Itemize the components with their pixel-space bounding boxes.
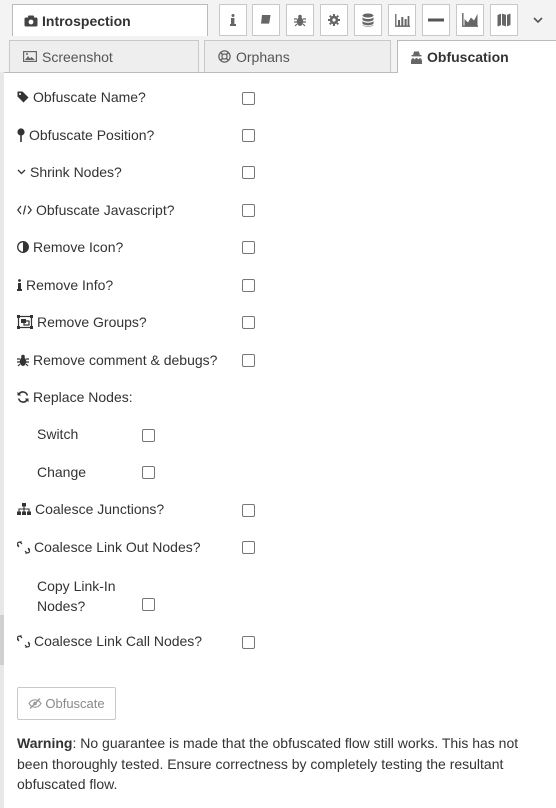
refresh-icon: [17, 391, 29, 403]
copy-link-in-checkbox[interactable]: [142, 598, 155, 611]
replace-nodes-row: Replace Nodes:: [17, 389, 133, 405]
switch-label: Switch: [37, 426, 79, 442]
remove-comments-checkbox[interactable]: [242, 354, 255, 367]
warning-text: Warning: No guarantee is made that the o…: [17, 733, 552, 795]
coalesce-junctions-checkbox[interactable]: [242, 504, 255, 517]
settings-tab-button[interactable]: [320, 4, 348, 36]
copy-link-in-label: Copy Link-In Nodes?: [37, 576, 116, 616]
remove-comments-label: Remove comment & debugs?: [33, 352, 218, 368]
remove-groups-checkbox[interactable]: [242, 316, 255, 329]
user-secret-icon: [411, 51, 422, 64]
warning-message: : No guarantee is made that the obfuscat…: [17, 735, 519, 792]
area-chart-icon: [462, 13, 478, 27]
sitemap-icon: [17, 503, 31, 515]
life-ring-icon: [218, 50, 231, 63]
minus-icon: [428, 18, 444, 22]
obfuscate-name-checkbox[interactable]: [242, 92, 255, 105]
coalesce-link-call-row: Coalesce Link Call Nodes?: [17, 633, 202, 649]
info-tab-button[interactable]: [219, 4, 247, 36]
tab-orphans-label: Orphans: [236, 48, 290, 65]
bug-icon: [17, 354, 29, 367]
remove-info-checkbox[interactable]: [242, 279, 255, 292]
obfuscate-name-label: Obfuscate Name?: [33, 89, 146, 105]
tab-obfuscation-label: Obfuscation: [427, 49, 509, 65]
replace-switch-checkbox[interactable]: [142, 429, 155, 442]
remove-info-label: Remove Info?: [26, 277, 114, 293]
coalesce-junctions-row: Coalesce Junctions?: [17, 501, 164, 517]
remove-groups-row: Remove Groups?: [17, 314, 147, 330]
unlink-icon: [17, 540, 30, 554]
map-icon: [497, 13, 511, 27]
bar-chart-icon: [394, 13, 410, 27]
thumbtack-icon: [17, 128, 25, 142]
chart-tab-button[interactable]: [388, 4, 416, 36]
minus-tab-button[interactable]: [422, 4, 450, 36]
map-tab-button[interactable]: [490, 4, 518, 36]
area-chart-tab-button[interactable]: [456, 4, 484, 36]
sidebar-tab-bar: Introspection: [0, 0, 556, 40]
object-group-icon: [17, 315, 33, 329]
adjust-icon: [17, 241, 29, 253]
obfuscate-position-checkbox[interactable]: [242, 129, 255, 142]
tab-overflow-button[interactable]: [524, 4, 552, 36]
tab-introspection[interactable]: Introspection: [12, 4, 208, 36]
warning-label: Warning: [17, 735, 73, 751]
coalesce-junctions-label: Coalesce Junctions?: [35, 501, 165, 517]
tab-obfuscation[interactable]: Obfuscation: [397, 40, 556, 73]
unlink-icon: [17, 634, 30, 648]
remove-icon-checkbox[interactable]: [242, 241, 255, 254]
book-icon: [260, 14, 271, 25]
coalesce-link-out-label: Coalesce Link Out Nodes?: [34, 539, 201, 555]
shrink-nodes-checkbox[interactable]: [242, 166, 255, 179]
code-icon: [17, 205, 32, 215]
remove-icon-row: Remove Icon?: [17, 239, 123, 255]
gear-icon: [328, 14, 340, 26]
coalesce-link-call-checkbox[interactable]: [242, 636, 255, 649]
panel-resize-handle[interactable]: [0, 615, 4, 665]
book-tab-button[interactable]: [252, 4, 280, 36]
chevron-down-icon: [533, 17, 543, 23]
change-label: Change: [37, 464, 87, 480]
subtab-bar: Screenshot Orphans Obfuscation: [0, 40, 556, 73]
remove-icon-label: Remove Icon?: [33, 239, 124, 255]
replace-nodes-label: Replace Nodes:: [33, 389, 133, 405]
shrink-nodes-label: Shrink Nodes?: [30, 164, 122, 180]
info-icon: [17, 279, 22, 291]
obfuscate-javascript-checkbox[interactable]: [242, 204, 255, 217]
database-icon: [362, 13, 374, 27]
remove-comments-row: Remove comment & debugs?: [17, 352, 217, 368]
obfuscate-javascript-row: Obfuscate Javascript?: [17, 202, 175, 218]
coalesce-link-out-checkbox[interactable]: [242, 541, 255, 554]
coalesce-link-out-row: Coalesce Link Out Nodes?: [17, 539, 201, 555]
tab-orphans[interactable]: Orphans: [204, 40, 391, 72]
tab-introspection-label: Introspection: [42, 12, 131, 29]
info-icon: [230, 14, 236, 26]
chevron-down-icon: [17, 169, 26, 175]
replace-change-checkbox[interactable]: [142, 466, 155, 479]
panel-left-edge: [0, 72, 4, 808]
bug-tab-button[interactable]: [286, 4, 314, 36]
tab-screenshot[interactable]: Screenshot: [9, 40, 199, 72]
image-icon: [23, 51, 37, 62]
bug-icon: [294, 14, 306, 26]
copy-link-in-line-1: Copy Link-In: [37, 578, 116, 594]
obfuscate-button[interactable]: Obfuscate: [17, 687, 116, 720]
obfuscate-javascript-label: Obfuscate Javascript?: [36, 202, 175, 218]
coalesce-link-call-label: Coalesce Link Call Nodes?: [34, 633, 203, 649]
remove-info-row: Remove Info?: [17, 277, 113, 293]
obfuscate-name-row: Obfuscate Name?: [17, 89, 146, 105]
camera-icon: [24, 15, 38, 26]
database-tab-button[interactable]: [354, 4, 382, 36]
obfuscate-position-label: Obfuscate Position?: [29, 127, 155, 143]
eye-slash-icon: [28, 698, 43, 709]
obfuscate-button-label: Obfuscate: [45, 696, 105, 711]
tab-screenshot-label: Screenshot: [42, 48, 113, 65]
remove-groups-label: Remove Groups?: [37, 314, 147, 330]
tag-icon: [17, 91, 29, 103]
copy-link-in-line-2: Nodes?: [37, 598, 86, 614]
shrink-nodes-row: Shrink Nodes?: [17, 164, 122, 180]
obfuscate-position-row: Obfuscate Position?: [17, 127, 154, 143]
